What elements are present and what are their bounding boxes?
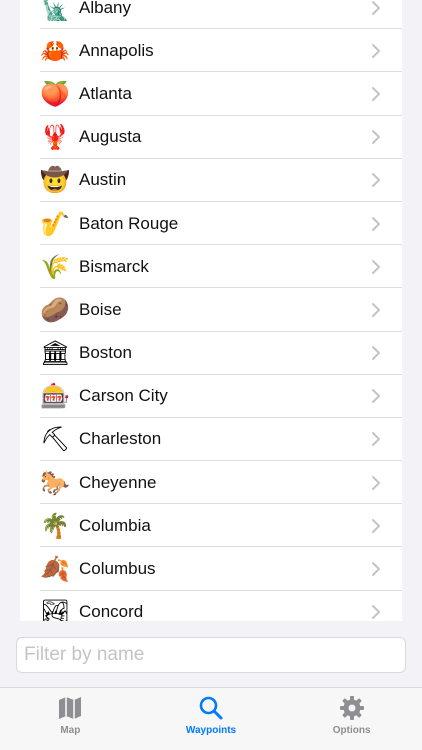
statue-of-liberty-icon: 🗽: [40, 0, 70, 22]
waypoint-name: Columbia: [79, 515, 151, 535]
list-item[interactable]: 🌴 Columbia: [20, 504, 402, 548]
gear-icon: [339, 696, 364, 720]
search-icon: [199, 696, 223, 720]
chevron-right-icon: [372, 259, 380, 274]
tab-label-options: Options: [332, 725, 371, 736]
filter-bar: [0, 621, 422, 687]
waypoint-name: Charleston: [79, 429, 162, 449]
chevron-right-icon: [372, 86, 380, 101]
waypoint-name: Albany: [79, 0, 131, 17]
list-item[interactable]: 🦞 Augusta: [20, 116, 402, 159]
saxophone-icon: 🎷: [40, 209, 70, 238]
classical-building-icon: 🏛: [40, 339, 71, 368]
chevron-right-icon: [372, 346, 380, 361]
tab-waypoints[interactable]: Waypoints: [141, 688, 282, 750]
chevron-right-icon: [372, 432, 380, 447]
list-item[interactable]: 🍂 Columbus: [20, 547, 402, 591]
potato-icon: 🥔: [40, 295, 70, 324]
list-item[interactable]: 🤠 Austin: [20, 159, 402, 203]
waypoint-name: Austin: [79, 170, 127, 190]
chevron-right-icon: [372, 302, 380, 317]
waypoint-name: Boston: [79, 343, 132, 363]
horse-icon: 🐎: [40, 468, 70, 497]
map-icon: [59, 697, 82, 719]
mountain-lake-icon: 🏞: [40, 598, 71, 621]
waypoint-name: Annapolis: [79, 40, 154, 60]
waypoint-name: Baton Rouge: [79, 213, 179, 233]
crab-icon: 🦀: [40, 36, 70, 65]
peach-icon: 🍑: [40, 79, 70, 108]
chevron-right-icon: [372, 475, 380, 490]
chevron-right-icon: [372, 43, 380, 58]
chevron-right-icon: [372, 389, 380, 404]
list-item[interactable]: 🏛 Boston: [20, 332, 402, 375]
tab-bar: Map Waypoints Options: [0, 687, 422, 750]
slot-machine-icon: 🎰: [40, 382, 70, 411]
chevron-right-icon: [372, 562, 380, 577]
cowboy-face-icon: 🤠: [40, 166, 70, 195]
chevron-right-icon: [372, 518, 380, 533]
lobster-icon: 🦞: [40, 123, 70, 152]
list-item[interactable]: 🏞 Concord: [20, 591, 402, 621]
chevron-right-icon: [372, 0, 380, 15]
fallen-leaves-icon: 🍂: [40, 555, 70, 584]
waypoint-name: Boise: [79, 299, 122, 319]
waypoint-name: Cheyenne: [79, 472, 157, 492]
chevron-right-icon: [372, 173, 380, 188]
palm-tree-icon: 🌴: [40, 511, 70, 540]
list-item[interactable]: 🍑 Atlanta: [20, 72, 402, 116]
waypoint-name: Augusta: [79, 127, 142, 147]
waypoint-list[interactable]: 🗽 Albany 🦀 Annapolis 🍑 Atlanta 🦞 Augusta 🤠 Austin…: [20, 0, 402, 621]
filter-input[interactable]: [16, 637, 406, 673]
chevron-right-icon: [372, 216, 380, 231]
waypoint-name: Atlanta: [79, 83, 132, 103]
list-item[interactable]: 🗽 Albany: [20, 0, 402, 30]
chevron-right-icon: [372, 130, 380, 145]
waypoint-name: Bismarck: [79, 256, 149, 276]
tab-options[interactable]: Options: [281, 688, 422, 750]
waypoint-name: Carson City: [79, 386, 168, 406]
tab-map[interactable]: Map: [0, 688, 141, 750]
list-item[interactable]: 🎷 Baton Rouge: [20, 202, 402, 246]
list-item[interactable]: 🥔 Boise: [20, 288, 402, 332]
list-item[interactable]: 🌾 Bismarck: [20, 245, 402, 289]
list-item[interactable]: 🎰 Carson City: [20, 375, 402, 419]
wheat-icon: 🌾: [40, 252, 70, 281]
list-item[interactable]: 🐎 Cheyenne: [20, 461, 402, 505]
list-item[interactable]: 🦀 Annapolis: [20, 29, 402, 73]
waypoint-name: Concord: [79, 602, 144, 621]
tab-label-map: Map: [60, 725, 81, 736]
waypoint-name: Columbus: [79, 559, 156, 579]
chevron-right-icon: [372, 605, 380, 620]
pick-icon: ⛏: [40, 425, 71, 454]
tab-label-waypoints: Waypoints: [185, 725, 237, 736]
list-item[interactable]: ⛏ Charleston: [20, 418, 402, 462]
